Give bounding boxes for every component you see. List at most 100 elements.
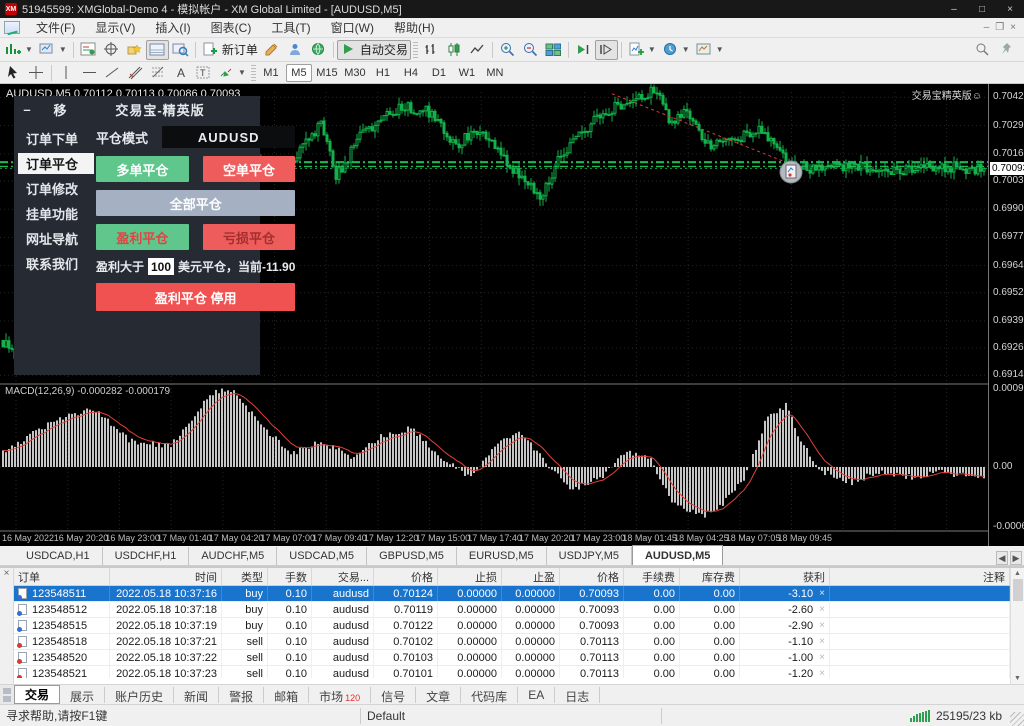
panel-move-button[interactable]: 移 <box>40 100 80 119</box>
zoom-out-button[interactable] <box>519 40 542 60</box>
line-chart-button[interactable] <box>466 40 489 60</box>
close-order-icon[interactable]: × <box>819 604 825 615</box>
arrows-tool[interactable]: ▼ <box>215 63 249 83</box>
child-minimize-button[interactable]: – <box>984 22 990 33</box>
timeframe-M15[interactable]: M15 <box>314 64 340 82</box>
close-button[interactable]: × <box>996 0 1024 18</box>
chart-tab-USDCHF,H1[interactable]: USDCHF,H1 <box>103 547 190 565</box>
menu-item-显示(V)[interactable]: 显示(V) <box>85 17 145 38</box>
column-header-价格[interactable]: 价格 <box>374 568 438 585</box>
timeframe-M30[interactable]: M30 <box>342 64 368 82</box>
panel-nav-联系我们[interactable]: 联系我们 <box>24 253 94 274</box>
new-order-button[interactable]: 新订单 <box>199 40 261 60</box>
column-header-手数[interactable]: 手数 <box>268 568 312 585</box>
chart-shift-button[interactable] <box>595 40 618 60</box>
auto-scroll-button[interactable] <box>572 40 595 60</box>
order-row[interactable]: 1235485122022.05.18 10:37:18buy0.10audus… <box>14 602 1010 618</box>
menu-item-窗口(W)[interactable]: 窗口(W) <box>321 17 384 38</box>
terminal-tab-文章[interactable]: 文章 <box>416 687 461 703</box>
close-profit-button[interactable]: 盈利平仓 <box>96 224 189 250</box>
zoom-in-button[interactable] <box>496 40 519 60</box>
menu-item-帮助(H)[interactable]: 帮助(H) <box>384 17 445 38</box>
chart-tab-EURUSD,M5[interactable]: EURUSD,M5 <box>457 547 547 565</box>
chart-tab-USDCAD,H1[interactable]: USDCAD,H1 <box>14 547 103 565</box>
terminal-tab-信号[interactable]: 信号 <box>371 687 416 703</box>
expert-advisors-button[interactable] <box>284 40 307 60</box>
terminal-tab-代码库[interactable]: 代码库 <box>461 687 518 703</box>
toolbar-grip[interactable] <box>413 42 418 58</box>
profit-close-toggle-button[interactable]: 盈利平仓 停用 <box>96 283 295 311</box>
resize-grip[interactable] <box>1010 712 1024 726</box>
order-row[interactable]: 1235485112022.05.18 10:37:16buy0.10audus… <box>14 586 1010 602</box>
tile-windows-button[interactable] <box>542 40 565 60</box>
search-icon[interactable] <box>974 42 991 57</box>
chart-tab-AUDCHF,M5[interactable]: AUDCHF,M5 <box>189 547 277 565</box>
column-header-价格[interactable]: 价格 <box>560 568 624 585</box>
column-header-交易...[interactable]: 交易... <box>312 568 374 585</box>
child-restore-button[interactable]: ❐ <box>995 22 1004 33</box>
chart-tab-GBPUSD,M5[interactable]: GBPUSD,M5 <box>367 547 457 565</box>
column-header-止损[interactable]: 止损 <box>438 568 502 585</box>
label-tool[interactable]: T <box>192 63 215 83</box>
sounds-button[interactable] <box>307 40 330 60</box>
terminal-tab-交易[interactable]: 交易 <box>14 685 60 704</box>
profit-threshold-input[interactable] <box>148 258 174 275</box>
order-row[interactable]: 1235485182022.05.18 10:37:21sell0.10audu… <box>14 634 1010 650</box>
column-header-注释[interactable]: 注释 <box>830 568 1010 585</box>
tabs-scroll-right-button[interactable]: ▶ <box>1010 551 1022 565</box>
column-header-类型[interactable]: 类型 <box>222 568 268 585</box>
strategy-tester-button[interactable] <box>169 40 192 60</box>
periods-button[interactable]: ▼ <box>659 40 693 60</box>
vertical-line-tool[interactable] <box>55 63 78 83</box>
bar-chart-button[interactable] <box>420 40 443 60</box>
close-order-icon[interactable]: × <box>819 636 825 647</box>
minimize-button[interactable]: – <box>940 0 968 18</box>
order-row[interactable]: 1235485212022.05.18 10:37:23sell0.10audu… <box>14 666 1010 678</box>
column-header-库存费[interactable]: 库存费 <box>680 568 740 585</box>
maximize-button[interactable]: □ <box>968 0 996 18</box>
close-order-icon[interactable]: × <box>819 652 825 663</box>
channel-tool[interactable] <box>124 63 147 83</box>
column-header-时间[interactable]: 时间 <box>110 568 222 585</box>
horizontal-line-tool[interactable] <box>78 63 101 83</box>
timeframe-H1[interactable]: H1 <box>370 64 396 82</box>
column-header-获利[interactable]: 获利 <box>740 568 830 585</box>
terminal-tab-日志[interactable]: 日志 <box>555 687 600 703</box>
terminal-tab-EA[interactable]: EA <box>518 687 555 703</box>
market-watch-button[interactable] <box>77 40 100 60</box>
menu-item-图表(C)[interactable]: 图表(C) <box>201 17 262 38</box>
close-short-button[interactable]: 空单平仓 <box>203 156 296 182</box>
timeframe-H4[interactable]: H4 <box>398 64 424 82</box>
templates-button[interactable]: ▼ <box>693 40 727 60</box>
child-close-button[interactable]: × <box>1010 22 1016 33</box>
timeframe-M1[interactable]: M1 <box>258 64 284 82</box>
terminal-tab-邮箱[interactable]: 邮箱 <box>264 687 309 703</box>
close-order-icon[interactable]: × <box>819 668 825 678</box>
fibonacci-tool[interactable] <box>147 63 170 83</box>
close-long-button[interactable]: 多单平仓 <box>96 156 189 182</box>
timeframe-M5[interactable]: M5 <box>286 64 312 82</box>
column-header-止盈[interactable]: 止盈 <box>502 568 560 585</box>
cursor-tool-button[interactable] <box>2 63 25 83</box>
tabs-scroll-left-button[interactable]: ◀ <box>996 551 1008 565</box>
scroll-up-icon[interactable]: ▲ <box>1014 570 1021 577</box>
scroll-down-icon[interactable]: ▼ <box>1014 675 1021 682</box>
toolbar-grip[interactable] <box>251 65 256 81</box>
indicators-button[interactable]: ▼ <box>625 40 659 60</box>
panel-collapse-button[interactable]: – <box>14 102 40 117</box>
terminal-tab-账户历史[interactable]: 账户历史 <box>105 687 174 703</box>
status-profile[interactable]: Default <box>361 709 661 723</box>
terminal-tab-新闻[interactable]: 新闻 <box>174 687 219 703</box>
timeframe-MN[interactable]: MN <box>482 64 508 82</box>
data-window-button[interactable] <box>100 40 123 60</box>
new-chart-button[interactable]: ▼ <box>2 40 36 60</box>
close-all-button[interactable]: 全部平仓 <box>96 190 295 216</box>
terminal-close-button[interactable]: × <box>4 568 10 579</box>
crosshair-tool-button[interactable] <box>25 63 48 83</box>
scrollbar-thumb[interactable] <box>1013 579 1023 601</box>
close-loss-button[interactable]: 亏损平仓 <box>203 224 296 250</box>
panel-nav-订单平仓[interactable]: 订单平仓 <box>18 153 94 174</box>
panel-nav-挂单功能[interactable]: 挂单功能 <box>24 203 94 224</box>
autotrading-button[interactable]: 自动交易 <box>337 40 411 60</box>
pin-icon[interactable] <box>999 42 1016 57</box>
